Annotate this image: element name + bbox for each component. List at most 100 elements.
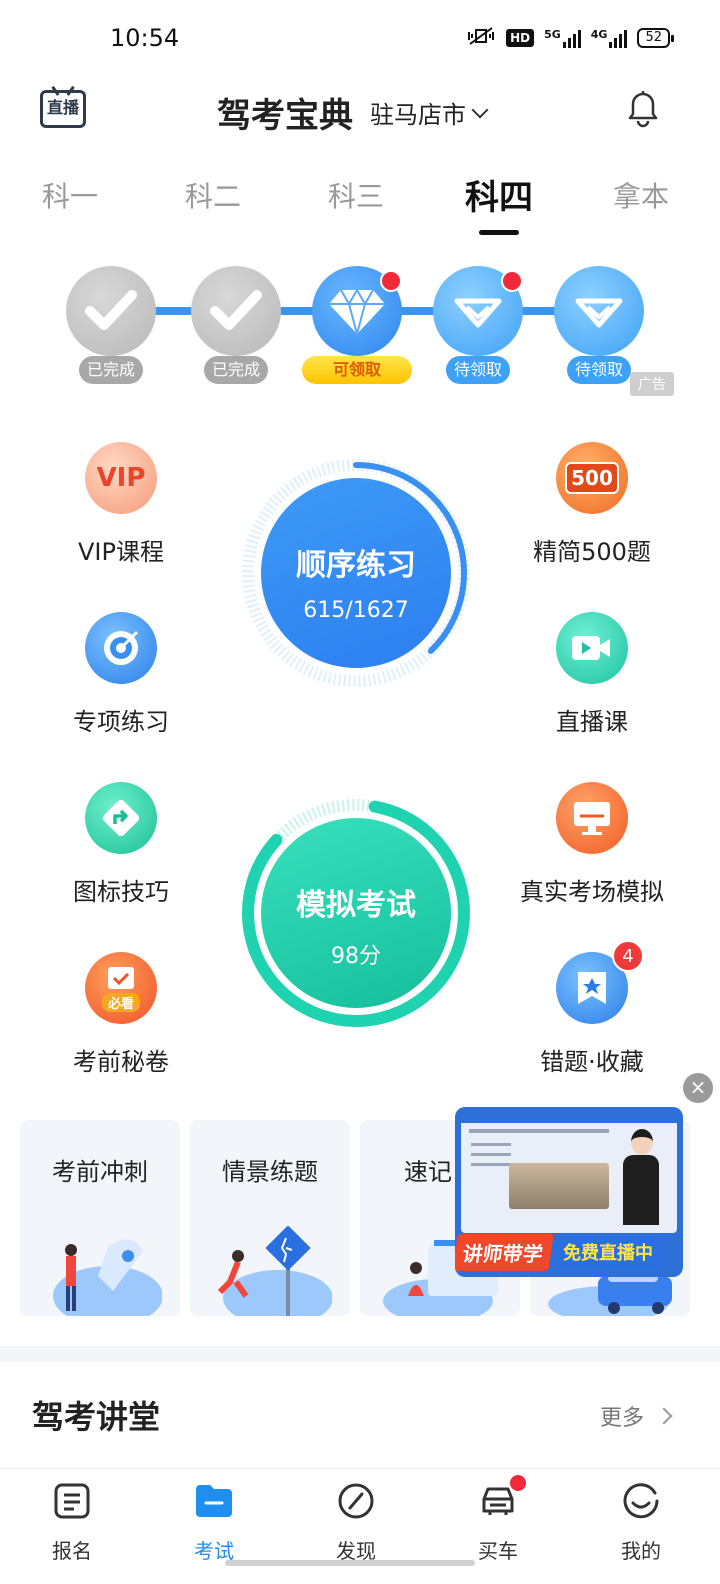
rocket-illustration <box>53 1239 162 1316</box>
exam-secret-item[interactable]: 必看 考前秘卷 <box>21 952 221 1077</box>
notification-badge: 4 <box>612 940 644 972</box>
vip-course-item[interactable]: VIP VIP课程 <box>21 442 221 567</box>
nav-label: 我的 <box>621 1539 661 1563</box>
folder-icon <box>194 1481 234 1521</box>
city-name: 驻马店市 <box>370 101 466 129</box>
sequential-practice-button[interactable]: 顺序练习 615/1627 <box>241 458 471 688</box>
red-dot-badge <box>510 1475 526 1491</box>
progress-node-5[interactable] <box>554 266 644 356</box>
card-scenario-practice[interactable]: 情景练题 <box>190 1120 350 1316</box>
section-divider <box>0 1346 720 1362</box>
practice-circle: 顺序练习 615/1627 <box>261 478 451 668</box>
bookmark-star-icon: 4 <box>556 940 644 1024</box>
ad-tag: 广告 <box>630 372 674 396</box>
battery-icon: 52 <box>637 28 674 48</box>
app-title: 驾考宝典 <box>217 96 353 136</box>
subject-tabs: 科一 科二 科三 科四 拿本 <box>0 170 720 240</box>
vip-icon: VIP <box>85 442 157 514</box>
mock-exam-button[interactable]: 模拟考试 98分 <box>241 798 471 1028</box>
mock-exam-score: 98分 <box>331 944 381 969</box>
diamond-icon <box>329 287 385 336</box>
item-label: 真实考场模拟 <box>520 878 664 906</box>
section-title: 驾考讲堂 <box>32 1398 161 1436</box>
active-tab-indicator <box>479 230 519 235</box>
diamond-icon <box>454 298 502 328</box>
signal-5g-icon: 5G <box>544 28 581 48</box>
check-icon <box>85 290 137 330</box>
red-dot-badge <box>380 270 402 292</box>
exam-paper-icon: 必看 <box>85 952 157 1024</box>
wrong-and-favorites-item[interactable]: 4 错题·收藏 <box>492 940 692 1077</box>
nav-label: 报名 <box>52 1539 92 1563</box>
diamond-icon <box>575 298 623 328</box>
practice-progress-text: 615/1627 <box>303 598 409 623</box>
form-icon <box>52 1481 92 1521</box>
video-icon <box>556 612 628 684</box>
nav-discover[interactable]: 发现 <box>306 1481 406 1564</box>
sign-arrow-icon <box>85 782 157 854</box>
red-dot-badge <box>501 270 523 292</box>
car-icon <box>478 1475 526 1521</box>
bell-icon[interactable] <box>624 88 662 128</box>
live-tv-button[interactable]: 直播 <box>40 90 86 128</box>
video-thumbnail <box>461 1113 677 1233</box>
tab-subject-1[interactable]: 科一 <box>42 175 98 215</box>
nav-exam[interactable]: 考试 <box>164 1481 264 1564</box>
progress-node-label: 已完成 <box>203 356 269 384</box>
progress-node-4[interactable] <box>433 266 523 356</box>
nav-mine[interactable]: 我的 <box>591 1481 691 1564</box>
claim-reward-button[interactable]: 可领取 <box>302 356 412 384</box>
sign-tips-item[interactable]: 图标技巧 <box>21 782 221 907</box>
more-link[interactable]: 更多 <box>600 1400 673 1432</box>
status-icons: HD 5G 4G 52 <box>466 26 674 50</box>
monitor-icon <box>556 782 628 854</box>
practice-title: 顺序练习 <box>296 548 416 583</box>
chevron-down-icon <box>471 101 489 118</box>
bottom-nav: 报名 考试 发现 买车 我的 <box>0 1468 720 1584</box>
chevron-right-icon <box>655 1407 673 1425</box>
simplified-500-item[interactable]: 500 精简500题 <box>492 442 692 567</box>
live-video-popup[interactable]: 讲师带学 免费直播中 <box>455 1107 683 1277</box>
more-label: 更多 <box>600 1406 645 1431</box>
check-icon <box>210 290 262 330</box>
progress-node-2[interactable] <box>191 266 281 356</box>
item-label: 错题·收藏 <box>540 1048 644 1076</box>
smile-icon <box>621 1481 661 1521</box>
item-label: 图标技巧 <box>73 878 169 906</box>
signal-4g-icon: 4G <box>591 28 628 48</box>
nav-signup[interactable]: 报名 <box>22 1481 122 1564</box>
popup-banner: 讲师带学 免费直播中 <box>455 1233 683 1271</box>
compass-icon <box>336 1481 376 1521</box>
card-title: 考前冲刺 <box>52 1158 148 1186</box>
card-title: 情景练题 <box>222 1158 318 1186</box>
real-exam-sim-item[interactable]: 真实考场模拟 <box>492 782 692 907</box>
500-icon: 500 <box>556 442 628 514</box>
tab-subject-3[interactable]: 科三 <box>328 175 384 215</box>
special-practice-item[interactable]: 专项练习 <box>21 612 221 737</box>
item-label: 精简500题 <box>533 538 651 566</box>
progress-node-3[interactable] <box>312 266 402 356</box>
tab-license[interactable]: 拿本 <box>613 175 669 215</box>
status-time: 10:54 <box>110 24 180 52</box>
item-label: VIP课程 <box>78 538 164 566</box>
item-label: 考前秘卷 <box>73 1048 169 1076</box>
tab-subject-2[interactable]: 科二 <box>185 175 241 215</box>
item-label: 专项练习 <box>73 708 169 736</box>
home-indicator <box>225 1560 475 1566</box>
city-selector[interactable]: 驻马店市 <box>370 95 489 130</box>
live-course-item[interactable]: 直播课 <box>492 612 692 737</box>
tab-subject-4[interactable]: 科四 <box>465 170 533 219</box>
nav-buy-car[interactable]: 买车 <box>448 1475 548 1564</box>
crosswalk-sign-illustration <box>217 1226 332 1316</box>
hd-icon: HD <box>506 29 535 47</box>
mock-exam-title: 模拟考试 <box>296 888 416 923</box>
progress-node-label: 待领取 <box>445 356 511 384</box>
progress-node-label: 已完成 <box>78 356 144 384</box>
close-icon[interactable]: × <box>683 1073 713 1103</box>
card-pre-exam-sprint[interactable]: 考前冲刺 <box>20 1120 180 1316</box>
progress-node-1[interactable] <box>66 266 156 356</box>
target-icon <box>85 612 157 684</box>
progress-node-label: 待领取 <box>566 356 632 384</box>
mute-vibrate-icon <box>466 26 496 50</box>
item-label: 直播课 <box>556 708 628 736</box>
